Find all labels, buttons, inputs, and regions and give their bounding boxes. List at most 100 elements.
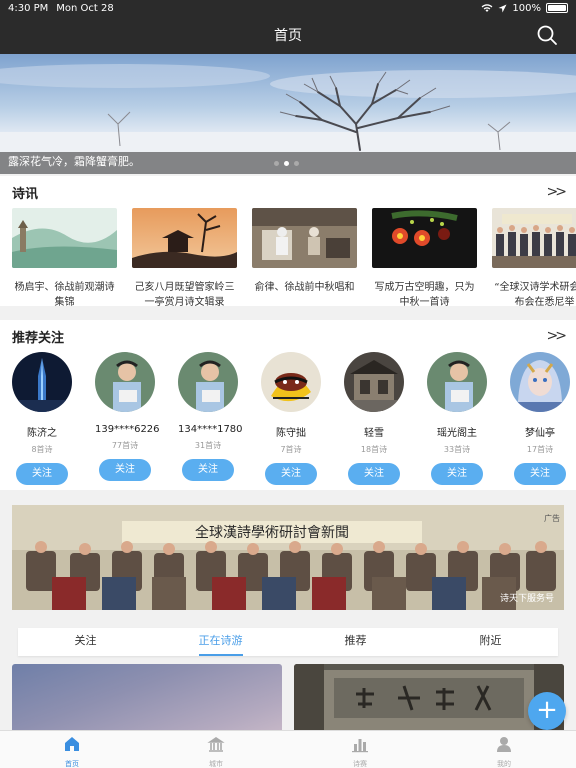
status-bar: 4:30 PM Mon Oct 28 100% — [0, 0, 576, 16]
news-thumbnail — [252, 208, 357, 268]
follow-name: 梦仙亭 — [525, 428, 555, 439]
add-button[interactable]: + — [528, 692, 566, 730]
ad-banner-text: 全球漢詩學術研討會新聞 — [195, 524, 349, 541]
bottom-tab-bar: 首页 城市 诗赛 我的 — [0, 730, 576, 768]
follow-more-icon[interactable]: >> — [547, 328, 568, 344]
wifi-icon — [482, 4, 493, 12]
city-icon — [207, 737, 225, 752]
chart-icon — [352, 739, 368, 753]
banner-page-indicator — [274, 161, 299, 166]
tabbar-label: 诗赛 — [353, 760, 367, 768]
avatar[interactable] — [261, 352, 321, 412]
follow-title: 推荐关注 — [12, 330, 65, 346]
follow-button[interactable]: 关注 — [16, 463, 68, 485]
tab-traveling[interactable]: 正在诗游 — [153, 628, 288, 656]
follow-count: 7首诗 — [280, 445, 302, 454]
ad-banner[interactable]: 全球漢詩學術研討會新聞 广告 诗天下服务号 — [12, 505, 564, 610]
tab-following[interactable]: 关注 — [18, 628, 153, 656]
avatar[interactable] — [427, 352, 487, 412]
ad-image: 全球漢詩學術研討會新聞 — [12, 505, 564, 610]
battery-icon — [546, 3, 568, 13]
news-thumbnail — [372, 208, 477, 268]
tabbar-label: 我的 — [497, 760, 511, 768]
follow-button[interactable]: 关注 — [431, 463, 483, 485]
news-list: 杨启宇、徐战前观潮诗集锦 己亥八月既望管家岭三一亭赏月诗文辑录 俞律、徐战前中秋… — [0, 208, 576, 310]
news-title: 诗讯 — [12, 186, 39, 202]
follow-name: 瑶光阁主 — [437, 428, 477, 439]
follow-name: 134****1780 — [178, 424, 243, 435]
search-icon[interactable] — [536, 24, 558, 46]
tabbar-item-contest[interactable]: 诗赛 — [288, 731, 432, 768]
follow-count: 8首诗 — [31, 445, 53, 454]
tabbar-label: 首页 — [65, 760, 79, 768]
avatar[interactable] — [12, 352, 72, 412]
ad-watermark: 诗天下服务号 — [499, 594, 554, 604]
follow-count: 31首诗 — [194, 441, 222, 450]
feed-card[interactable] — [294, 664, 564, 736]
avatar[interactable] — [95, 352, 155, 412]
tabbar-item-home[interactable]: 首页 — [0, 731, 144, 768]
news-item-title: 杨启宇、徐战前观潮诗集锦 — [14, 282, 115, 308]
follow-item: 梦仙亭 17首诗 关注 — [510, 352, 570, 485]
banner-caption: 露深花气冷，霜降蟹膏肥。 — [8, 155, 140, 168]
follow-item: 瑶光阁主 33首诗 关注 — [427, 352, 487, 485]
home-icon — [65, 737, 79, 751]
follow-button[interactable]: 关注 — [265, 463, 317, 485]
page-dot — [294, 161, 299, 166]
avatar[interactable] — [178, 352, 238, 412]
news-item[interactable]: 己亥八月既望管家岭三一亭赏月诗文辑录 — [132, 208, 237, 310]
news-more-icon[interactable]: >> — [547, 184, 568, 200]
follow-item: 陈济之 8首诗 关注 — [12, 352, 72, 485]
feed-card-image — [294, 664, 564, 736]
news-section: 诗讯 >> 杨启宇、徐战前观潮诗集锦 己亥八月既望管家岭三一亭赏月诗文辑录 俞律… — [0, 176, 576, 308]
news-item[interactable]: 杨启宇、徐战前观潮诗集锦 — [12, 208, 117, 310]
follow-button[interactable]: 关注 — [348, 463, 400, 485]
follow-name: 陈守拙 — [276, 428, 306, 439]
banner-carousel[interactable]: 露深花气冷，霜降蟹膏肥。 — [0, 54, 576, 174]
nav-bar: 首页 — [0, 16, 576, 54]
page-dot — [274, 161, 279, 166]
follow-count: 18首诗 — [360, 445, 388, 454]
status-date: Mon Oct 28 — [56, 2, 114, 14]
follow-count: 17首诗 — [526, 445, 554, 454]
news-item-title: “全球汉诗学术研会”发布会在悉尼举 — [494, 282, 576, 308]
avatar[interactable] — [344, 352, 404, 412]
news-item-title: 写成万古空明趣，只为中秋一首诗 — [374, 282, 475, 308]
ad-label: 广告 — [544, 514, 560, 523]
follow-button[interactable]: 关注 — [182, 459, 234, 481]
feed-tabs: 关注 正在诗游 推荐 附近 — [18, 628, 558, 656]
news-thumbnail — [132, 208, 237, 268]
follow-item: 轻雪 18首诗 关注 — [344, 352, 404, 485]
news-item[interactable]: 俞律、徐战前中秋唱和 — [252, 208, 357, 310]
follow-item: 139****6226 77首诗 关注 — [95, 352, 160, 485]
follow-count: 33首诗 — [443, 445, 471, 454]
page-dot-active — [284, 161, 289, 166]
tabbar-item-me[interactable]: 我的 — [432, 731, 576, 768]
follow-header: 推荐关注 >> — [0, 320, 576, 352]
tabbar-item-city[interactable]: 城市 — [144, 731, 288, 768]
tabbar-label: 城市 — [209, 760, 223, 768]
page-title: 首页 — [274, 28, 302, 44]
news-item-title: 俞律、徐战前中秋唱和 — [254, 282, 355, 293]
follow-button[interactable]: 关注 — [99, 459, 151, 481]
avatar[interactable] — [510, 352, 570, 412]
person-icon — [497, 737, 511, 752]
tab-recommended[interactable]: 推荐 — [288, 628, 423, 656]
follow-name: 轻雪 — [364, 428, 384, 439]
news-thumbnail — [492, 208, 576, 268]
follow-list: 陈济之 8首诗 关注 139****6226 77首诗 关注 134****17… — [0, 352, 576, 485]
tab-nearby[interactable]: 附近 — [423, 628, 558, 656]
location-icon — [498, 4, 507, 12]
news-item-title: 己亥八月既望管家岭三一亭赏月诗文辑录 — [134, 282, 235, 308]
feed-card[interactable] — [12, 664, 282, 736]
follow-name: 陈济之 — [27, 428, 57, 439]
status-time: 4:30 PM — [8, 2, 49, 14]
news-item[interactable]: 写成万古空明趣，只为中秋一首诗 — [372, 208, 477, 310]
follow-item: 陈守拙 7首诗 关注 — [261, 352, 321, 485]
news-item[interactable]: “全球汉诗学术研会”发布会在悉尼举 — [492, 208, 576, 310]
follow-name: 139****6226 — [95, 424, 160, 435]
follow-section: 推荐关注 >> 陈济之 8首诗 关注 139****6226 77首诗 关注 1… — [0, 320, 576, 490]
follow-count: 77首诗 — [111, 441, 139, 450]
follow-button[interactable]: 关注 — [514, 463, 566, 485]
news-header: 诗讯 >> — [0, 176, 576, 208]
